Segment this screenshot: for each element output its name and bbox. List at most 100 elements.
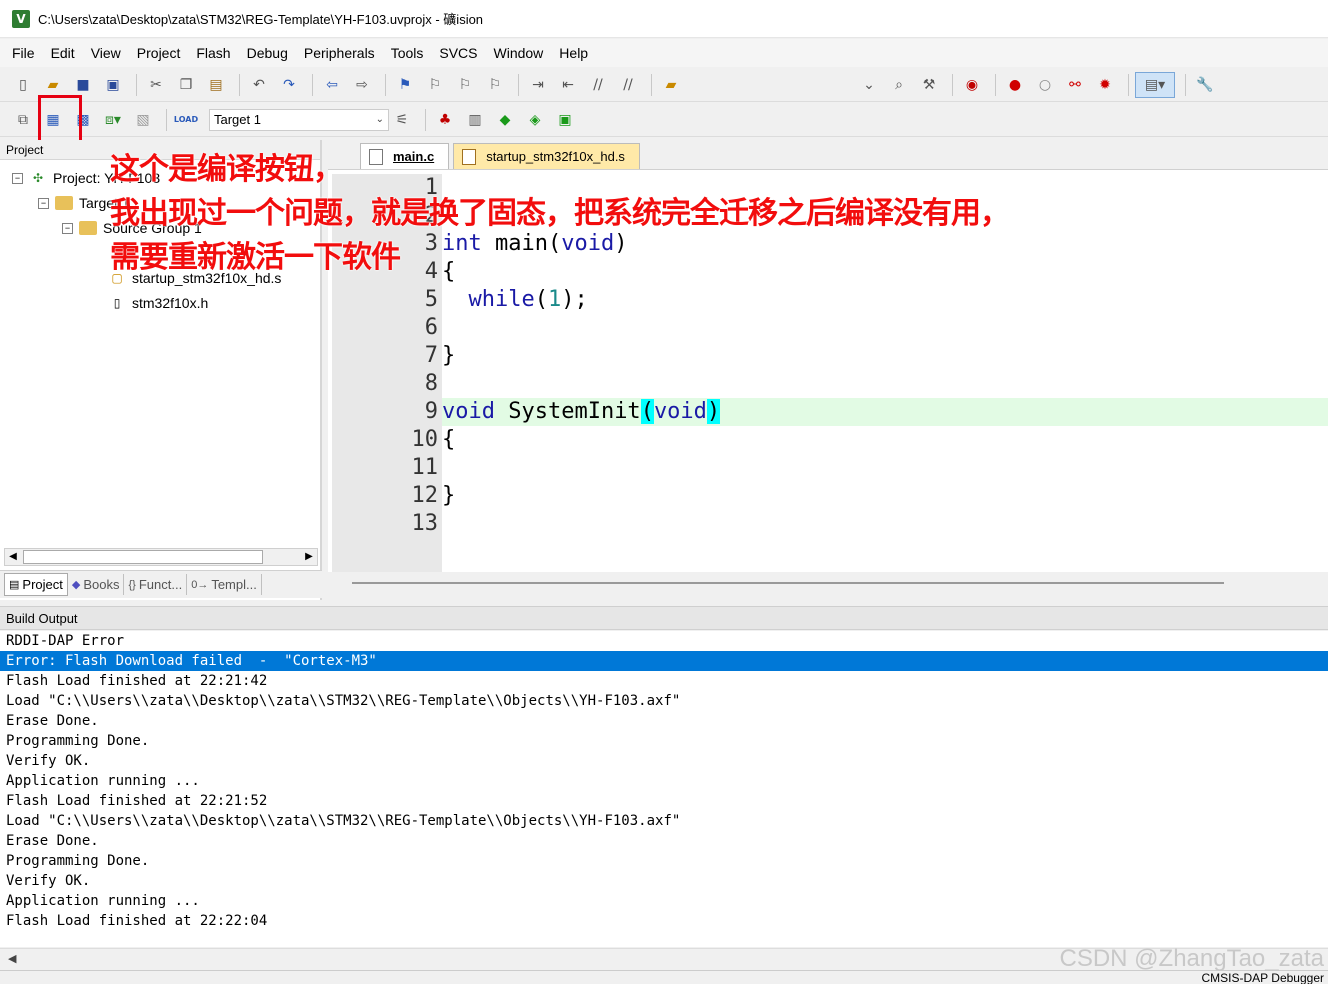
output-line-selected: Error: Flash Download failed - "Cortex-M… bbox=[0, 651, 1328, 671]
window-layout-icon[interactable]: ▤▾ bbox=[1135, 71, 1175, 98]
chevron-down-icon: ⌄ bbox=[375, 114, 384, 125]
configure-icon[interactable]: ⚒ bbox=[916, 72, 942, 98]
menu-svcs[interactable]: SVCS bbox=[431, 45, 485, 61]
cut-icon[interactable]: ✂ bbox=[143, 72, 169, 98]
rte-icon[interactable]: ▣ bbox=[552, 107, 578, 133]
wrench-icon[interactable]: 🔧 bbox=[1192, 72, 1218, 98]
menu-tools[interactable]: Tools bbox=[383, 45, 432, 61]
target-select[interactable]: Target 1 ⌄ bbox=[209, 108, 389, 131]
menu-file[interactable]: File bbox=[4, 45, 43, 61]
undo-icon[interactable]: ↶ bbox=[246, 72, 272, 98]
unindent-icon[interactable]: ⇤ bbox=[555, 72, 581, 98]
scroll-left-icon[interactable]: ◀ bbox=[8, 952, 16, 965]
uncomment-icon[interactable]: // bbox=[615, 72, 641, 98]
tree-file-header[interactable]: ▯ stm32f10x.h bbox=[108, 295, 209, 311]
build-toolbar: ⧉ ▦ ▩ ⧈▾ ▧ LOAD Target 1 ⌄ ⚟ ♣ ▥ ◆ ◈ ▣ bbox=[0, 103, 1328, 137]
breakpoint-disable-icon[interactable]: ○ bbox=[1032, 72, 1058, 98]
load-icon[interactable]: LOAD bbox=[173, 107, 199, 133]
menu-window[interactable]: Window bbox=[486, 45, 552, 61]
build-output-panel[interactable]: RDDI-DAP Error Error: Flash Download fai… bbox=[0, 631, 1328, 947]
tree-label: stm32f10x.h bbox=[132, 295, 209, 311]
collapse-icon[interactable]: − bbox=[38, 197, 49, 209]
output-line: Verify OK. bbox=[6, 873, 91, 889]
comment-icon[interactable]: // bbox=[585, 72, 611, 98]
incremental-find-icon[interactable]: ⌕ bbox=[886, 72, 912, 98]
breakpoint-kill-icon[interactable]: ✹ bbox=[1092, 72, 1118, 98]
find-in-files-icon[interactable]: ▰ bbox=[658, 72, 684, 98]
c-file-icon bbox=[369, 148, 383, 165]
batch-build-icon[interactable]: ⧈▾ bbox=[100, 107, 126, 133]
code-line-12: } bbox=[442, 483, 456, 508]
bookmark-icon[interactable]: ⚑ bbox=[392, 72, 418, 98]
output-line: Application running ... bbox=[6, 773, 200, 789]
annotation-line-1: 这个是编译按钮， bbox=[110, 152, 343, 187]
separator bbox=[952, 73, 953, 96]
tab-templates[interactable]: 0→ Templ... bbox=[187, 574, 262, 595]
code-line-9: void SystemInit(void) bbox=[442, 398, 1328, 426]
collapse-icon[interactable]: − bbox=[62, 222, 73, 234]
tab-main-c[interactable]: main.c bbox=[360, 143, 450, 169]
menu-edit[interactable]: Edit bbox=[43, 45, 83, 61]
scroll-thumb[interactable] bbox=[23, 550, 263, 564]
menu-flash[interactable]: Flash bbox=[188, 45, 238, 61]
project-hscrollbar[interactable]: ◀ ▶ bbox=[4, 548, 318, 566]
collapse-icon[interactable]: − bbox=[12, 172, 23, 184]
copy-icon[interactable]: ❐ bbox=[173, 72, 199, 98]
tab-label: main.c bbox=[393, 149, 435, 164]
output-line: Erase Done. bbox=[6, 713, 99, 729]
new-file-icon[interactable]: ▯ bbox=[10, 72, 36, 98]
breakpoint-icon[interactable]: ● bbox=[1002, 72, 1028, 98]
target-options-icon[interactable]: ⚟ bbox=[389, 107, 415, 133]
select-packs-icon[interactable]: ◆ bbox=[492, 107, 518, 133]
output-line: Verify OK. bbox=[6, 753, 91, 769]
code-line-5: while(1); bbox=[468, 287, 588, 312]
scroll-left-icon[interactable]: ◀ bbox=[5, 549, 21, 565]
save-icon[interactable]: ■ bbox=[70, 72, 96, 98]
find-dropdown-icon[interactable]: ⌄ bbox=[856, 72, 882, 98]
bookmark-next-icon[interactable]: ⚐ bbox=[452, 72, 478, 98]
tab-books[interactable]: ◆ Books bbox=[68, 574, 125, 595]
pack-installer-icon[interactable]: ◈ bbox=[522, 107, 548, 133]
tab-label: Templ... bbox=[211, 577, 257, 592]
menu-view[interactable]: View bbox=[83, 45, 129, 61]
indent-icon[interactable]: ⇥ bbox=[525, 72, 551, 98]
bookmark-prev-icon[interactable]: ⚐ bbox=[422, 72, 448, 98]
separator bbox=[995, 73, 996, 96]
tab-project[interactable]: ▤ Project bbox=[4, 573, 68, 596]
manage-project-icon[interactable]: ♣ bbox=[432, 107, 458, 133]
line-number: 12 bbox=[411, 483, 439, 508]
tab-startup[interactable]: startup_stm32f10x_hd.s bbox=[453, 143, 640, 169]
line-number: 6 bbox=[424, 315, 438, 340]
separator bbox=[385, 73, 386, 96]
breakpoint-clear-icon[interactable]: ⚯ bbox=[1062, 72, 1088, 98]
stop-build-icon[interactable]: ▧ bbox=[130, 107, 156, 133]
tab-label: Books bbox=[83, 577, 120, 592]
tab-label: Funct... bbox=[138, 577, 183, 592]
output-line: Application running ... bbox=[6, 893, 200, 909]
menu-help[interactable]: Help bbox=[551, 45, 596, 61]
menu-debug[interactable]: Debug bbox=[239, 45, 296, 61]
scroll-right-icon[interactable]: ▶ bbox=[301, 549, 317, 565]
bookmark-clear-icon[interactable]: ⚐ bbox=[482, 72, 508, 98]
editor-hscrollbar[interactable] bbox=[352, 582, 1224, 584]
save-all-icon[interactable]: ▣ bbox=[100, 72, 126, 98]
nav-back-icon[interactable]: ⇦ bbox=[319, 72, 345, 98]
debug-session-icon[interactable]: ◉ bbox=[959, 72, 985, 98]
watermark: CSDN @ZhangTao_zata bbox=[1059, 945, 1325, 972]
project-tab-icon: ▤ bbox=[9, 579, 20, 591]
open-folder-icon[interactable]: ▰ bbox=[40, 72, 66, 98]
tab-label: startup_stm32f10x_hd.s bbox=[486, 149, 625, 164]
separator bbox=[136, 73, 137, 96]
nav-forward-icon[interactable]: ⇨ bbox=[349, 72, 375, 98]
paste-icon[interactable]: ▤ bbox=[203, 72, 229, 98]
manage-multi-project-icon[interactable]: ▥ bbox=[462, 107, 488, 133]
translate-icon[interactable]: ⧉ bbox=[10, 107, 36, 133]
menu-peripherals[interactable]: Peripherals bbox=[296, 45, 383, 61]
code-text-area[interactable]: int main(void) { while(1); } void System… bbox=[442, 174, 1328, 572]
separator bbox=[239, 73, 240, 96]
template-icon: 0→ bbox=[191, 578, 209, 591]
line-number: 10 bbox=[411, 427, 439, 452]
redo-icon[interactable]: ↷ bbox=[276, 72, 302, 98]
menu-project[interactable]: Project bbox=[129, 45, 189, 61]
tab-functions[interactable]: {} Funct... bbox=[124, 574, 188, 595]
